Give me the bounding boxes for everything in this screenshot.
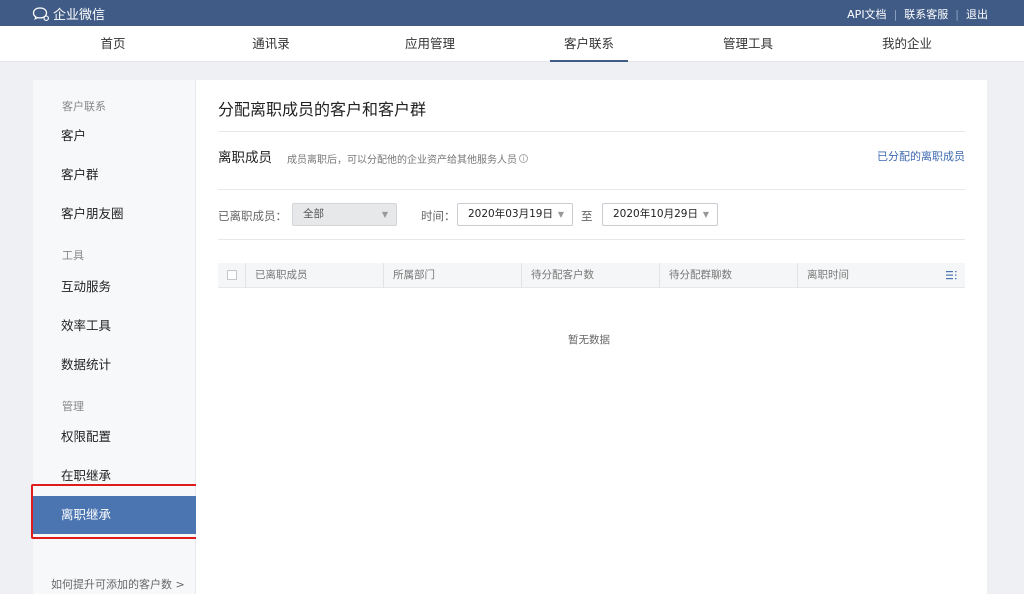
sidebar-item-statistics[interactable]: 数据统计: [33, 346, 196, 384]
nav-contacts[interactable]: 通讯录: [252, 26, 290, 62]
member-filter-label: 已离职成员：: [218, 209, 287, 223]
sidebar-section-tools: 工具: [62, 249, 84, 262]
end-date-value: 2020年10月29日: [613, 208, 698, 220]
sidebar-item-interactive-services[interactable]: 互动服务: [33, 268, 196, 306]
separator: |: [955, 7, 959, 21]
select-all-checkbox[interactable]: [227, 270, 237, 280]
section-title: 离职成员: [218, 150, 272, 166]
column-header-department[interactable]: 所属部门: [383, 263, 521, 288]
app-name: 企业微信: [53, 8, 106, 23]
time-filter-label: 时间：: [421, 209, 456, 223]
column-header-member[interactable]: 已离职成员: [245, 263, 383, 288]
date-range-separator: 至: [581, 209, 593, 223]
app-logo[interactable]: 企业微信: [32, 4, 105, 23]
end-date-picker[interactable]: 2020年10月29日 ▼: [602, 203, 718, 226]
sidebar-item-customers[interactable]: 客户: [33, 117, 196, 155]
chevron-down-icon: ▼: [557, 210, 564, 219]
divider: [218, 239, 965, 240]
nav-management-tools[interactable]: 管理工具: [723, 26, 773, 62]
separator: |: [893, 7, 898, 21]
logout-link[interactable]: 退出: [966, 6, 988, 22]
sidebar-item-customer-groups[interactable]: 客户群: [33, 156, 196, 194]
page-title: 分配离职成员的客户和客户群: [218, 100, 427, 119]
sidebar-item-permissions[interactable]: 权限配置: [33, 418, 196, 456]
sidebar-section-customer-contact: 客户联系: [62, 100, 106, 113]
divider: [218, 189, 965, 190]
api-docs-link[interactable]: API文档: [847, 6, 886, 22]
member-filter-value: 全部: [303, 208, 324, 220]
section-description: 成员离职后，可以分配他的企业资产给其他服务人员 i: [287, 151, 528, 166]
sidebar: 客户联系 客户 客户群 客户朋友圈 工具 互动服务 效率工具 数据统计 管理 权…: [33, 80, 196, 594]
member-filter-select[interactable]: 全部 ▼: [292, 203, 397, 226]
main-panel: 分配离职成员的客户和客户群 离职成员 成员离职后，可以分配他的企业资产给其他服务…: [196, 80, 987, 594]
column-header-pending-groups[interactable]: 待分配群聊数: [659, 263, 797, 288]
chevron-down-icon: ▼: [381, 210, 388, 219]
sidebar-item-on-job-inheritance[interactable]: 在职继承: [33, 457, 196, 495]
divider: [218, 131, 965, 132]
nav-my-company[interactable]: 我的企业: [882, 26, 932, 62]
support-link[interactable]: 联系客服: [904, 6, 948, 22]
column-header-resign-time[interactable]: 离职时间: [797, 263, 927, 288]
table-header: 已离职成员 所属部门 待分配客户数 待分配群聊数 离职时间: [218, 263, 965, 288]
section-description-text: 成员离职后，可以分配他的企业资产给其他服务人员: [287, 155, 517, 166]
increase-customer-limit-link[interactable]: 如何提升可添加的客户数 >: [51, 576, 185, 592]
sidebar-item-moments[interactable]: 客户朋友圈: [33, 195, 196, 233]
empty-state-text: 暂无数据: [568, 334, 610, 346]
nav-apps[interactable]: 应用管理: [405, 26, 455, 62]
column-header-pending-customers[interactable]: 待分配客户数: [521, 263, 659, 288]
nav-customer-contact[interactable]: 客户联系: [549, 26, 629, 62]
start-date-picker[interactable]: 2020年03月19日 ▼: [457, 203, 573, 226]
wecom-logo-icon: [32, 6, 49, 21]
sidebar-item-efficiency-tools[interactable]: 效率工具: [33, 307, 196, 345]
info-icon[interactable]: i: [519, 154, 528, 163]
nav-home[interactable]: 首页: [100, 26, 125, 62]
main-nav: 首页 通讯录 应用管理 客户联系 管理工具 我的企业: [0, 26, 1024, 62]
top-bar: 企业微信 API文档 | 联系客服 | 退出: [0, 0, 1024, 26]
sidebar-item-resigned-inheritance[interactable]: 离职继承: [33, 496, 196, 534]
sidebar-section-management: 管理: [62, 400, 84, 413]
start-date-value: 2020年03月19日: [468, 208, 553, 220]
assigned-members-link[interactable]: 已分配的离职成员: [877, 148, 965, 164]
top-links: API文档 | 联系客服 | 退出: [847, 6, 988, 22]
chevron-down-icon: ▼: [702, 210, 709, 219]
column-settings-icon[interactable]: [945, 269, 959, 281]
